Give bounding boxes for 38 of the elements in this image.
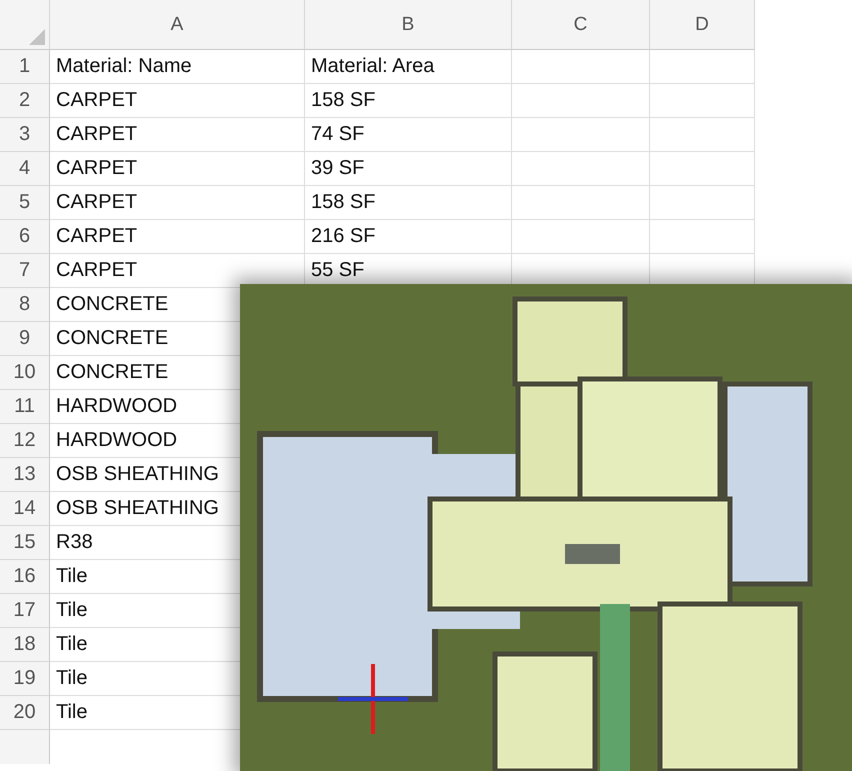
row-header[interactable]: 3 — [0, 118, 50, 152]
table-cell: CARPET — [50, 186, 305, 220]
column-header[interactable]: C — [512, 0, 650, 50]
column-header[interactable]: D — [650, 0, 755, 50]
row-header[interactable]: 9 — [0, 322, 50, 356]
table-cell: CARPET — [50, 84, 305, 118]
row-header[interactable]: 2 — [0, 84, 50, 118]
row-header[interactable]: 16 — [0, 560, 50, 594]
row-header[interactable]: 5 — [0, 186, 50, 220]
row-header[interactable]: 10 — [0, 356, 50, 390]
row-header[interactable]: 4 — [0, 152, 50, 186]
row-header[interactable]: 20 — [0, 696, 50, 730]
column-header[interactable]: A — [50, 0, 305, 50]
row-header[interactable]: 8 — [0, 288, 50, 322]
table-cell: 158 SF — [305, 84, 512, 118]
row-header[interactable]: 12 — [0, 424, 50, 458]
row-header[interactable]: 11 — [0, 390, 50, 424]
table-cell: 74 SF — [305, 118, 512, 152]
row-header[interactable]: 13 — [0, 458, 50, 492]
row-header[interactable]: 7 — [0, 254, 50, 288]
table-cell: CARPET — [50, 152, 305, 186]
row-header[interactable]: 1 — [0, 50, 50, 84]
table-cell: CARPET — [50, 220, 305, 254]
row-header[interactable]: 6 — [0, 220, 50, 254]
table-cell: 39 SF — [305, 152, 512, 186]
table-cell: Material: Area — [305, 50, 512, 84]
row-header[interactable]: 15 — [0, 526, 50, 560]
row-header[interactable]: 18 — [0, 628, 50, 662]
row-header[interactable]: 19 — [0, 662, 50, 696]
select-all-corner[interactable] — [0, 0, 50, 50]
row-header[interactable]: 17 — [0, 594, 50, 628]
table-cell: CARPET — [50, 118, 305, 152]
row-header[interactable] — [0, 730, 50, 764]
row-header[interactable]: 14 — [0, 492, 50, 526]
table-cell: 216 SF — [305, 220, 512, 254]
table-cell: Material: Name — [50, 50, 305, 84]
column-header[interactable]: B — [305, 0, 512, 50]
table-cell: 158 SF — [305, 186, 512, 220]
